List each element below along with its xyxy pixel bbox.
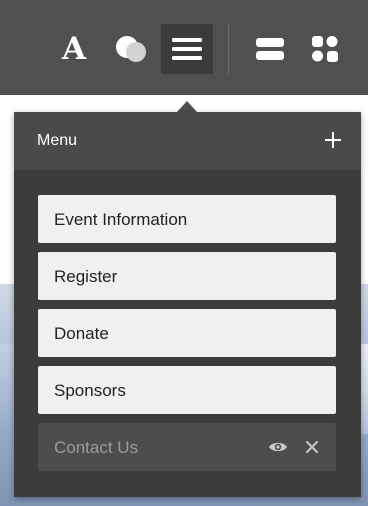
widgets-tool-button[interactable]: [299, 24, 351, 74]
menu-panel-pointer: [177, 101, 197, 112]
font-tool-button[interactable]: A: [48, 24, 100, 74]
menu-panel: Menu Event Information Register Donate S…: [14, 112, 361, 497]
menu-item-label: Contact Us: [54, 438, 139, 457]
menu-item-label: Donate: [54, 324, 109, 343]
font-icon: A: [61, 30, 87, 67]
add-menu-item-button[interactable]: [319, 126, 347, 154]
menu-panel-title: Menu: [37, 132, 78, 149]
eye-icon[interactable]: [268, 437, 288, 457]
menu-item-register[interactable]: Register: [38, 252, 336, 300]
menu-item-event-information[interactable]: Event Information: [38, 195, 336, 243]
menu-item-sponsors[interactable]: Sponsors: [38, 366, 336, 414]
menu-item-label: Register: [54, 267, 118, 286]
top-toolbar: A: [0, 0, 368, 95]
toolbar-divider: [228, 24, 229, 74]
plus-icon: [325, 132, 341, 148]
menu-item-label: Event Information: [54, 210, 188, 229]
menu-item-actions: [268, 437, 322, 457]
menu-icon: [172, 38, 202, 60]
menu-item-contact-us[interactable]: Contact Us: [38, 423, 336, 471]
layout-icon: [256, 38, 284, 60]
palette-tool-button[interactable]: [106, 24, 158, 74]
close-icon[interactable]: [302, 437, 322, 457]
palette-icon: [116, 36, 146, 62]
menu-item-donate[interactable]: Donate: [38, 309, 336, 357]
widgets-icon: [312, 36, 338, 62]
menu-panel-header: Menu: [14, 112, 361, 170]
menu-item-label: Sponsors: [54, 381, 126, 400]
layout-tool-button[interactable]: [244, 24, 296, 74]
menu-tool-button[interactable]: [161, 24, 213, 74]
